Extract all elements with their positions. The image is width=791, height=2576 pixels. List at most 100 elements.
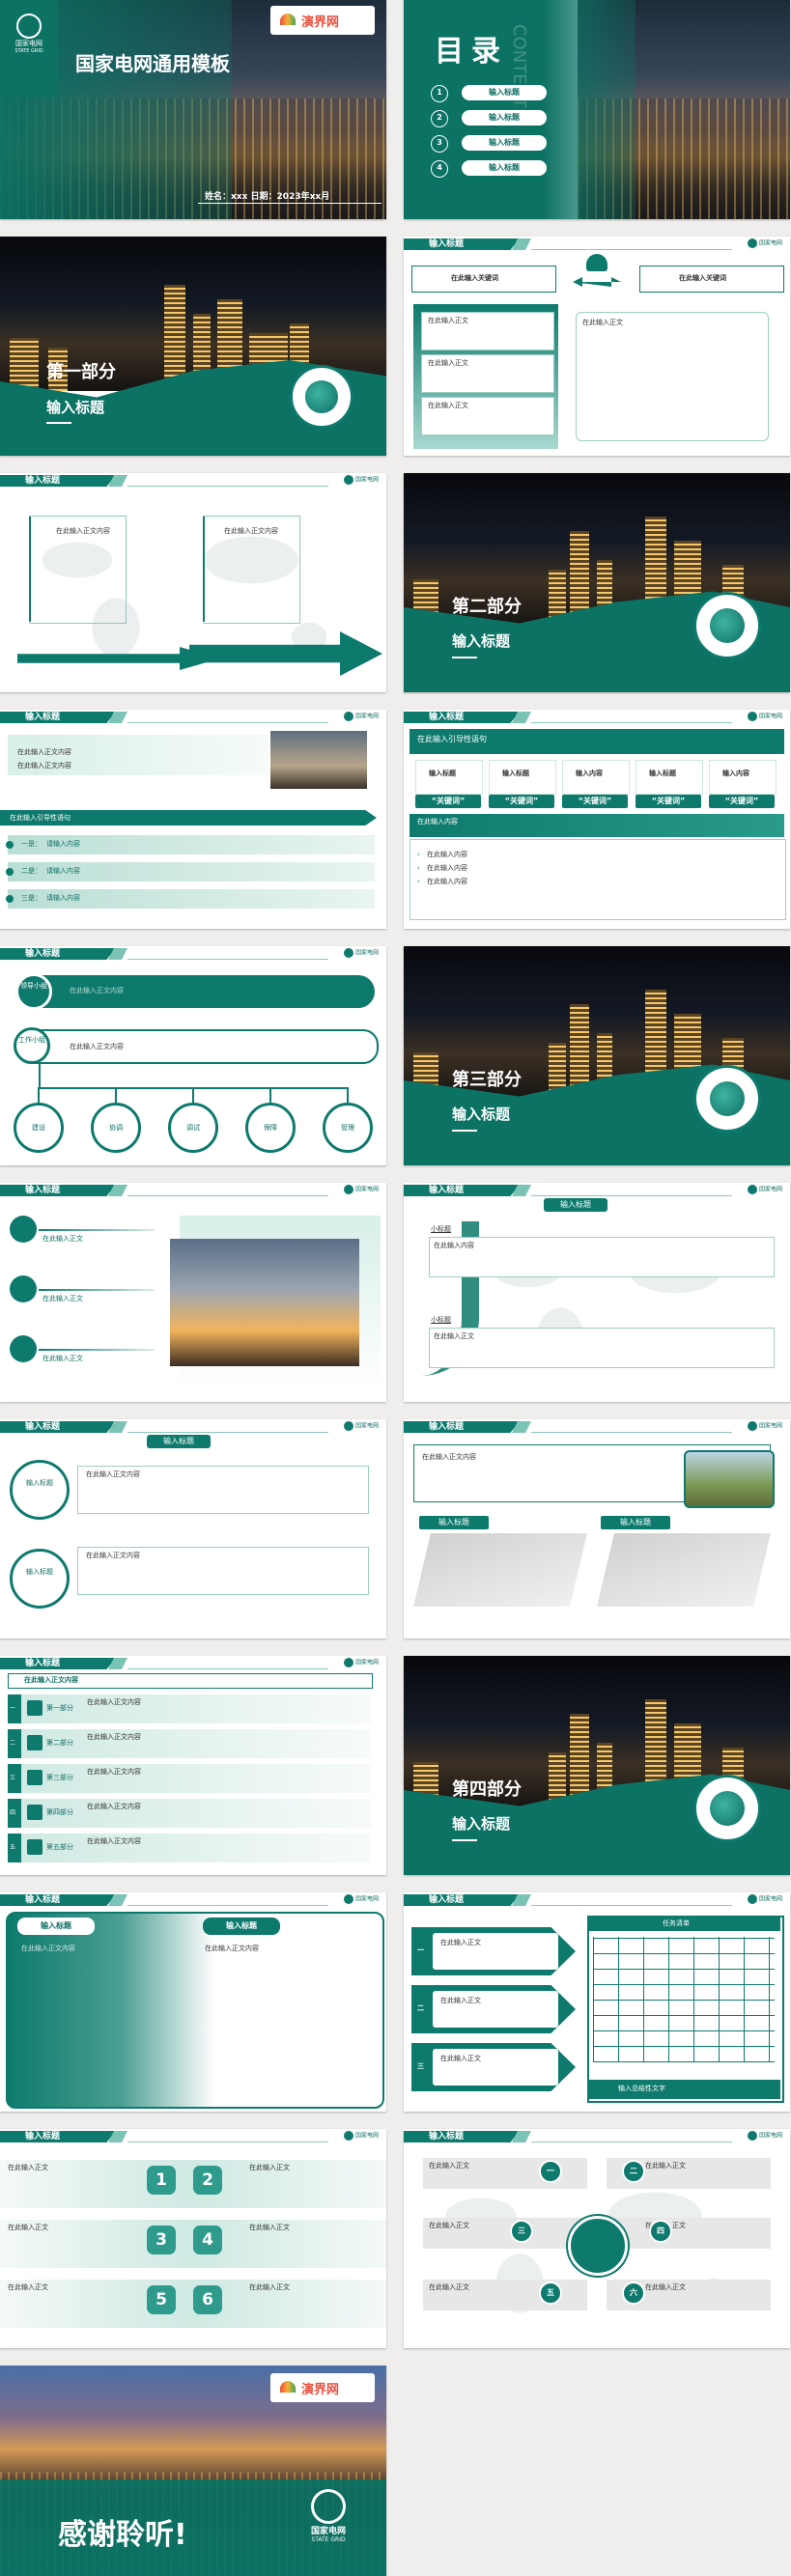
content-text: 在此输入正文: [429, 2283, 469, 2291]
slide-section-3[interactable]: 第三部分 输入标题: [404, 946, 790, 1165]
leaf-node[interactable]: 建设: [14, 1103, 64, 1153]
slide-cover[interactable]: 国家电网 STATE GRID 国家电网通用模板 演界网 姓名：xxx 日期：2…: [0, 0, 386, 219]
card-title: 输入标题: [429, 770, 456, 777]
power-photo: [270, 731, 367, 789]
content-text: 在此输入正文内容: [224, 527, 278, 535]
slide-header: 输入标题 国家电网: [0, 710, 386, 723]
slide-keywords[interactable]: 输入标题 国家电网 在此输入关键词 在此输入关键词 在此输入正文 在此输入正文 在…: [404, 237, 790, 456]
part-label: 第四部分: [46, 1808, 73, 1816]
card-keyword: “关键词”: [562, 795, 628, 808]
slide-toc[interactable]: 目录 CONTENTS 1 输入标题 2 输入标题 3 输入标题 4 输入标题: [404, 0, 790, 219]
slide-header: 输入标题 国家电网: [0, 2129, 386, 2142]
part-label: 第五部分: [46, 1843, 73, 1851]
card-keyword: “关键词”: [636, 795, 701, 808]
slide-task-table[interactable]: 输入标题 国家电网 一在此输入正文二在此输入正文三在此输入正文 任务清单 输入总结…: [404, 1892, 790, 2112]
state-grid-emblem: [693, 592, 761, 659]
toc-watermark: CONTENTS: [509, 24, 529, 120]
connector-line: [269, 1087, 271, 1103]
number-tile: 1: [147, 2166, 176, 2195]
toc-title: 目录: [435, 35, 508, 69]
card-keyword: “关键词”: [415, 795, 481, 808]
state-grid-emblem: [693, 1065, 761, 1133]
bullet-arrow-icon: ›: [417, 864, 420, 872]
row-number: 五: [10, 1844, 16, 1851]
team-icon: [573, 254, 621, 294]
part-label: 第一部分: [46, 1704, 73, 1712]
slide-thanks[interactable]: 演界网 感谢聆听! 国家电网 STATE GRID: [0, 2366, 386, 2576]
content-text: 在此输入正文: [42, 1235, 83, 1243]
card-keyword: “关键词”: [489, 795, 554, 808]
step-number: 三: [417, 2062, 424, 2070]
slide-two-panels[interactable]: 输入标题 国家电网 输入标题 在此输入正文内容 输入标题 在此输入正文内容: [0, 1892, 386, 2112]
leaf-node[interactable]: 保障: [245, 1103, 296, 1153]
slide-hub[interactable]: 输入标题国家电网 在此输入正文一在此输入正文二在此输入正文三在此输入正文四在此输…: [404, 2129, 790, 2348]
content-text: 在此输入正文: [645, 2162, 686, 2170]
task-table-grid: [593, 1937, 775, 2062]
step-number: 五: [539, 2282, 562, 2305]
bullet-text: 在此输入内容: [427, 851, 467, 858]
content-text: 在此输入正文: [429, 2222, 469, 2229]
part-icon: [27, 1805, 42, 1820]
card-title: 输入标题: [502, 770, 529, 777]
slide-header: 输入标题 国家电网: [404, 1419, 790, 1433]
number-tile: 6: [193, 2285, 222, 2314]
slide-header: 输入标题 国家电网: [404, 710, 790, 723]
slide-header: 输入标题 国家电网: [0, 1892, 386, 1906]
step-number: 二: [417, 2004, 424, 2012]
slide-section-2[interactable]: 第二部分 输入标题: [404, 473, 790, 692]
leaf-node[interactable]: 管理: [323, 1103, 373, 1153]
bullet-dot: [6, 841, 14, 849]
row-value: 请输入内容: [46, 894, 80, 902]
toc-item[interactable]: 输入标题: [462, 135, 547, 151]
partner-badge: 演界网: [270, 6, 375, 35]
step-number: 一: [539, 2160, 562, 2183]
slide-cards[interactable]: 输入标题 国家电网 在此输入引导性语句 输入标题 “关键词” 输入标题 “关键词” 输入内…: [404, 710, 790, 929]
bullet-text: 在此输入内容: [427, 878, 467, 885]
slide-org[interactable]: 输入标题 国家电网 领导小组 在此输入正文内容 工作小组 在此输入正文内容 建设协…: [0, 946, 386, 1165]
slide-subtitles[interactable]: 输入标题 国家电网 输入标题 小标题 在此输入内容 小标题 在此输入正文: [404, 1183, 790, 1402]
slide-header: 输入标题 国家电网: [0, 946, 386, 960]
row-number: 三: [10, 1775, 16, 1781]
slide-section-1[interactable]: 第一部分 输入标题: [0, 237, 386, 456]
toc-item[interactable]: 输入标题: [462, 85, 547, 100]
content-text: 在此输入正文: [429, 2162, 469, 2170]
bullet-arrow-icon: ›: [417, 878, 420, 885]
step-number: 三: [510, 2220, 533, 2243]
slide-header: 输入标题 国家电网: [0, 473, 386, 487]
part-text: 在此输入正文内容: [87, 1837, 141, 1845]
number-tile: 4: [193, 2226, 222, 2254]
state-grid-emblem: [290, 365, 353, 429]
row-key: 二是：: [21, 867, 42, 875]
toc-number: 1: [431, 85, 448, 102]
slide-number-tiles[interactable]: 输入标题 国家电网 在此输入正文 在此输入正文 1 2 在此输入正文 在此输入正文 3 4 在此输…: [0, 2129, 386, 2348]
rainbow-icon: [280, 2381, 296, 2393]
part-text: 在此输入正文内容: [87, 1698, 141, 1706]
brand-logo: 国家电网 STATE GRID: [299, 2489, 357, 2543]
slide-header: 输入标题 国家电网: [0, 1419, 386, 1433]
slide-icons-photo[interactable]: 输入标题 国家电网 在此输入正文 在此输入正文 在此输入正文: [0, 1183, 386, 1402]
part-icon: [27, 1770, 42, 1785]
content-text: 在此输入正文: [8, 2224, 48, 2231]
card-title: 输入内容: [722, 770, 749, 777]
slide-section-4[interactable]: 第四部分 输入标题: [404, 1656, 790, 1875]
slide-guide-list[interactable]: 输入标题 国家电网 在此输入正文内容 在此输入正文内容 在此输入引导性语句 一是：…: [0, 710, 386, 929]
slide-parts-list[interactable]: 输入标题 国家电网 在此输入正文内容 一第一部分 在此输入正文内容二第二部分 在此输入…: [0, 1656, 386, 1875]
part-icon: [27, 1839, 42, 1855]
number-tile: 3: [147, 2226, 176, 2254]
leaf-node[interactable]: 调试: [168, 1103, 218, 1153]
content-text: 在此输入正文内容: [56, 527, 110, 535]
slide-header: 输入标题 国家电网: [0, 1183, 386, 1196]
bullet-dot: [6, 868, 14, 876]
leaf-node[interactable]: 协调: [91, 1103, 141, 1153]
step-number: 六: [622, 2282, 645, 2305]
content-text: 在此输入正文: [645, 2283, 686, 2291]
slide-photo-tags[interactable]: 输入标题 国家电网 在此输入正文内容 输入标题 输入标题: [404, 1419, 790, 1638]
toc-item[interactable]: 输入标题: [462, 110, 547, 126]
slide-circles[interactable]: 输入标题 国家电网 输入标题 输入标题 在此输入正文内容 输入标题 在此输入正文内…: [0, 1419, 386, 1638]
connector-line: [115, 1087, 117, 1103]
section-title: 输入标题: [46, 399, 105, 416]
worker-icon: [568, 2216, 628, 2276]
slide-arrows[interactable]: 输入标题 国家电网 在此输入正文内容 在此输入正文内容: [0, 473, 386, 692]
rainbow-icon: [280, 14, 296, 25]
toc-item[interactable]: 输入标题: [462, 160, 547, 176]
